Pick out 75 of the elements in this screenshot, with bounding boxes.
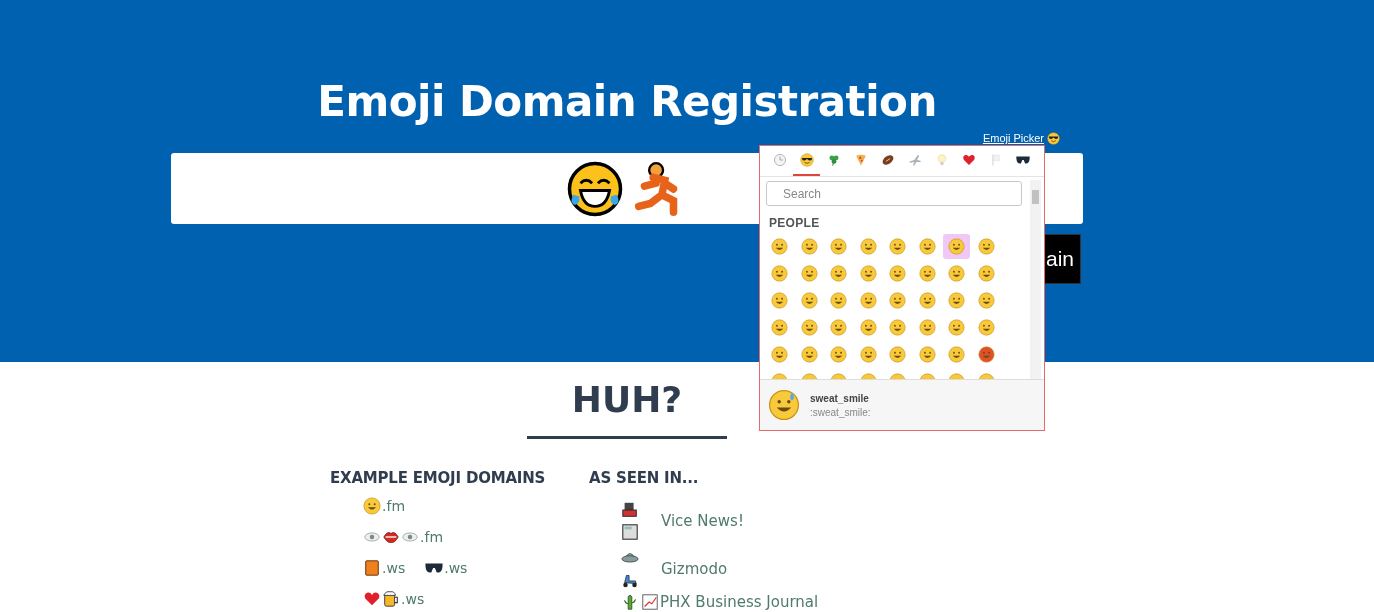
angry-face-icon [977, 346, 995, 363]
sunglasses-face-icon [1047, 131, 1060, 145]
smiley-icon [800, 238, 818, 255]
smiley-icon [948, 238, 965, 255]
smiley-icon [800, 265, 818, 282]
smiley-icon [800, 346, 818, 363]
smiley-icon [977, 319, 995, 336]
cactus-icon [621, 593, 639, 611]
emoji-name: sweat_smile [810, 392, 870, 404]
smiley-icon [889, 346, 906, 363]
smiley-icon [977, 292, 995, 309]
smiley-icon [830, 346, 847, 363]
page-title: Emoji Domain Registration [316, 76, 938, 128]
pizza-icon [853, 153, 868, 167]
book-icon [363, 559, 381, 577]
heart-icon [961, 153, 976, 167]
smiley-icon [859, 238, 877, 255]
press-link[interactable]: Gizmodo [661, 560, 728, 578]
clock-icon [772, 153, 787, 167]
emoji-code: :sweat_smile: [810, 406, 871, 418]
section-heading: HUH? [571, 378, 683, 422]
domain-link[interactable]: .fm [363, 497, 406, 515]
clover-icon [826, 153, 841, 167]
smiley-icon [830, 319, 847, 336]
smiley-icon [771, 265, 788, 282]
category-heading: PEOPLE [769, 216, 821, 230]
press-link[interactable]: PHX Business Journal [660, 593, 819, 611]
smiley-icon [948, 346, 965, 363]
domain-link[interactable]: .ws [425, 559, 468, 577]
smiley-icon [830, 265, 847, 282]
smiley-icon [918, 346, 936, 363]
smiley-icon [889, 319, 906, 336]
smiley-icon [830, 238, 847, 255]
newspaper-icon [621, 523, 639, 541]
smiley-icon [918, 319, 936, 336]
smiley-icon [830, 292, 847, 309]
smiley-icon [800, 292, 818, 309]
smiley-icon [859, 346, 877, 363]
smiley-icon [859, 292, 877, 309]
heart-icon [363, 590, 381, 608]
emoji-cell[interactable] [943, 234, 970, 259]
smiley-icon [859, 265, 877, 282]
typewriter-icon [621, 501, 639, 519]
smiley-icon [771, 238, 788, 255]
emoji-picker-link[interactable]: Emoji Picker [982, 132, 1044, 144]
smiley-icon [771, 319, 788, 336]
press-link[interactable]: Vice News! [661, 512, 744, 530]
smiley-icon [948, 265, 965, 282]
smiley-icon [918, 265, 936, 282]
smiley-icon [977, 238, 995, 255]
search-field[interactable]: Search [766, 181, 1022, 206]
smiley-icon [800, 319, 818, 336]
smiley-icon [948, 319, 965, 336]
domain-link[interactable]: .ws [363, 590, 425, 608]
smiley-icon [889, 292, 906, 309]
smiley-icon [977, 265, 995, 282]
beer-mug-icon [382, 590, 400, 608]
smiley-icon [363, 497, 381, 515]
column-heading: AS SEEN IN... [589, 469, 700, 487]
domain-link[interactable]: .ws [363, 559, 406, 577]
domain-link[interactable]: .fm [363, 528, 444, 546]
scrollbar[interactable] [1030, 180, 1041, 379]
smiley-icon [771, 292, 788, 309]
smiley-icon [889, 265, 906, 282]
smiley-icon [889, 238, 906, 255]
sweat-smile-icon [768, 389, 800, 421]
smiley-icon [771, 346, 788, 363]
smiley-icon [918, 292, 936, 309]
smiley-icon [948, 292, 965, 309]
column-heading: EXAMPLE EMOJI DOMAINS [330, 469, 547, 487]
smiley-icon [918, 238, 936, 255]
laughing-face-icon [566, 159, 624, 218]
sunglasses-face-icon [799, 153, 814, 167]
football-icon [880, 153, 895, 167]
smiley-icon [859, 319, 877, 336]
